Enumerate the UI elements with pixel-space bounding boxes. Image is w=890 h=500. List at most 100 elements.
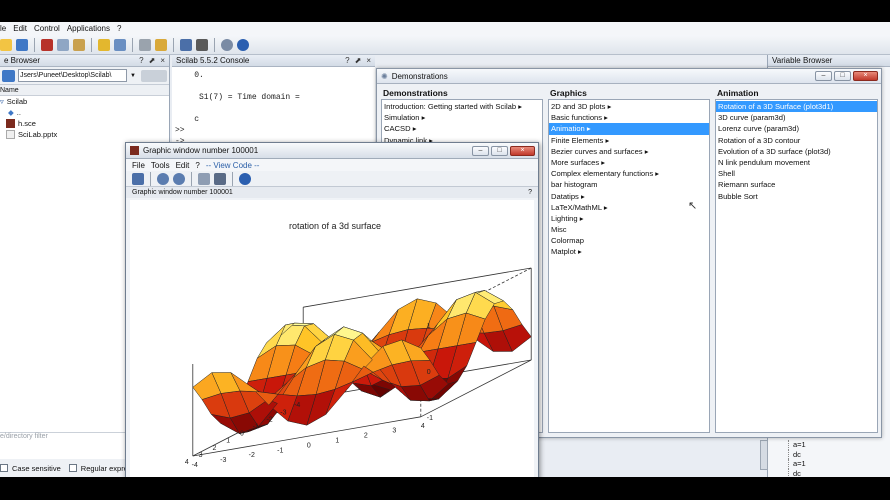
panel-undock-icon[interactable]: ⬈: [355, 56, 362, 65]
variable-browser-title: Variable Browser: [772, 56, 833, 65]
letterbox-bottom: [0, 477, 890, 500]
xcos-icon[interactable]: [196, 38, 208, 51]
graphic-status-bar: Graphic window number 100001?: [126, 187, 538, 198]
get-current-directory-icon[interactable]: [114, 38, 126, 51]
list-item[interactable]: Basic functions ▸: [549, 112, 709, 123]
toolbar-separator: [232, 171, 233, 186]
list-item[interactable]: Evolution of a 3D surface (plot3d): [716, 146, 877, 157]
list-item[interactable]: CACSD ▸: [382, 123, 542, 134]
view-code-link[interactable]: -- View Code --: [206, 161, 260, 170]
menu-edit[interactable]: Edit: [176, 161, 190, 170]
change-directory-icon[interactable]: [98, 38, 110, 51]
list-item[interactable]: a=1: [788, 440, 868, 450]
copy-icon[interactable]: [57, 38, 69, 51]
maximize-button[interactable]: □: [491, 145, 508, 156]
regex-checkbox[interactable]: [68, 464, 77, 472]
list-item[interactable]: Lorenz curve (param3d): [716, 123, 877, 134]
list-item[interactable]: Colormap: [549, 235, 709, 246]
panel-close-icon[interactable]: ×: [366, 56, 371, 65]
list-item[interactable]: dc: [788, 449, 868, 459]
list-item[interactable]: Rotation of a 3D Surface (plot3d1): [716, 101, 877, 113]
console-header: Scilab 5.5.2 Console ? ⬈ ×: [172, 55, 375, 67]
datatip-icon[interactable]: [132, 172, 144, 185]
maximize-button[interactable]: □: [834, 71, 851, 81]
collapse-icon: ▿: [0, 97, 4, 106]
list-item[interactable]: More surfaces ▸: [549, 157, 709, 168]
x-tick-label: 3: [199, 452, 203, 459]
paste-icon[interactable]: [73, 38, 85, 51]
rotate-icon[interactable]: [198, 172, 210, 185]
clear-console-icon[interactable]: [155, 38, 167, 51]
case-sensitive-checkbox[interactable]: [0, 464, 8, 472]
menu-applications[interactable]: Applications: [67, 24, 110, 33]
panel-undock-icon[interactable]: ⬈: [149, 56, 156, 65]
scrollbar[interactable]: [760, 440, 768, 470]
list-item[interactable]: Matplot ▸: [549, 246, 709, 257]
scinotes-icon[interactable]: [180, 38, 192, 51]
list-item[interactable]: Shell: [716, 168, 877, 179]
list-item[interactable]: Misc: [549, 224, 709, 235]
curve-editor-icon[interactable]: [214, 172, 226, 185]
menu-control[interactable]: Control: [34, 24, 60, 33]
demonstrations-titlebar[interactable]: ✺ Demonstrations – □ ×: [377, 69, 881, 84]
cut-icon[interactable]: [41, 38, 53, 51]
help-icon[interactable]: ?: [528, 187, 532, 198]
toolbar-separator: [173, 37, 174, 52]
chevron-down-icon[interactable]: ▼: [130, 73, 138, 79]
list-item[interactable]: Lighting ▸: [549, 213, 709, 224]
menu-help[interactable]: ?: [117, 24, 121, 33]
tree-item-scilab[interactable]: ▿ Scilab: [0, 96, 169, 107]
close-button[interactable]: ×: [853, 71, 878, 81]
open-folder-icon[interactable]: [16, 38, 28, 51]
list-item[interactable]: a=1: [788, 459, 868, 469]
path-field[interactable]: Jsers\Puneet\Desktop\Scilab\: [18, 69, 127, 82]
mouse-cursor: ↖: [688, 200, 698, 212]
help-icon[interactable]: [239, 172, 251, 185]
new-script-icon[interactable]: [0, 38, 12, 51]
tree-item-parent[interactable]: ◆..: [0, 107, 169, 118]
list-item[interactable]: Finite Elements ▸: [549, 135, 709, 146]
list-item[interactable]: Introduction: Getting started with Scila…: [382, 101, 542, 112]
panel-help-icon[interactable]: ?: [139, 56, 143, 65]
list-item[interactable]: Simulation ▸: [382, 112, 542, 123]
print-icon[interactable]: [139, 38, 151, 51]
list-item[interactable]: Rotation of a 3D contour: [716, 135, 877, 146]
module-manager-icon[interactable]: [221, 38, 233, 51]
list-item[interactable]: Complex elementary functions ▸: [549, 168, 709, 179]
column-header: Demonstrations: [383, 88, 448, 98]
tree-item-pptx[interactable]: SciLab.pptx: [0, 129, 169, 140]
zoom-out-icon[interactable]: [173, 172, 185, 185]
zoom-in-icon[interactable]: [157, 172, 169, 185]
list-item[interactable]: Riemann surface: [716, 179, 877, 190]
menu-file[interactable]: le: [0, 24, 6, 33]
go-up-button[interactable]: [141, 69, 167, 82]
panel-close-icon[interactable]: ×: [160, 56, 165, 65]
list-item[interactable]: dc: [788, 468, 868, 477]
plot-canvas[interactable]: rotation of a 3d surface -4 -3 -2 -1 0 1 2 3 4 4 3 2…: [130, 200, 534, 477]
name-column-header[interactable]: Name: [0, 85, 169, 96]
menu-help[interactable]: ?: [195, 161, 199, 170]
list-item[interactable]: Datatips ▸: [549, 191, 709, 202]
menu-tools[interactable]: Tools: [151, 161, 170, 170]
graphic-titlebar[interactable]: Graphic window number 100001 – □ ×: [126, 143, 538, 159]
x-tick-label: -2: [266, 416, 272, 423]
list-item[interactable]: 3D curve (param3d): [716, 112, 877, 123]
list-item[interactable]: 2D and 3D plots ▸: [549, 101, 709, 112]
list-item[interactable]: bar histogram: [549, 179, 709, 190]
help-icon[interactable]: [237, 38, 249, 51]
menu-edit[interactable]: Edit: [13, 24, 27, 33]
tree-item-h-sce[interactable]: h.sce: [0, 118, 169, 129]
list-item[interactable]: LaTeX/MathML ▸: [549, 202, 709, 213]
folder-icon[interactable]: [2, 69, 15, 82]
minimize-button[interactable]: –: [472, 145, 489, 156]
close-button[interactable]: ×: [510, 145, 535, 156]
panel-help-icon[interactable]: ?: [345, 56, 349, 65]
list-item[interactable]: N link pendulum movement: [716, 157, 877, 168]
list-item[interactable]: Animation ▸: [549, 123, 709, 135]
list-item[interactable]: Bezier curves and surfaces ▸: [549, 146, 709, 157]
minimize-button[interactable]: –: [815, 71, 832, 81]
menu-file[interactable]: File: [132, 161, 145, 170]
list-item[interactable]: Bubble Sort: [716, 191, 877, 202]
console-output[interactable]: 0. S1(7) = Time domain = c >> ->: [172, 67, 375, 150]
graphics-list: 2D and 3D plots ▸ Basic functions ▸ Animat…: [548, 99, 710, 433]
